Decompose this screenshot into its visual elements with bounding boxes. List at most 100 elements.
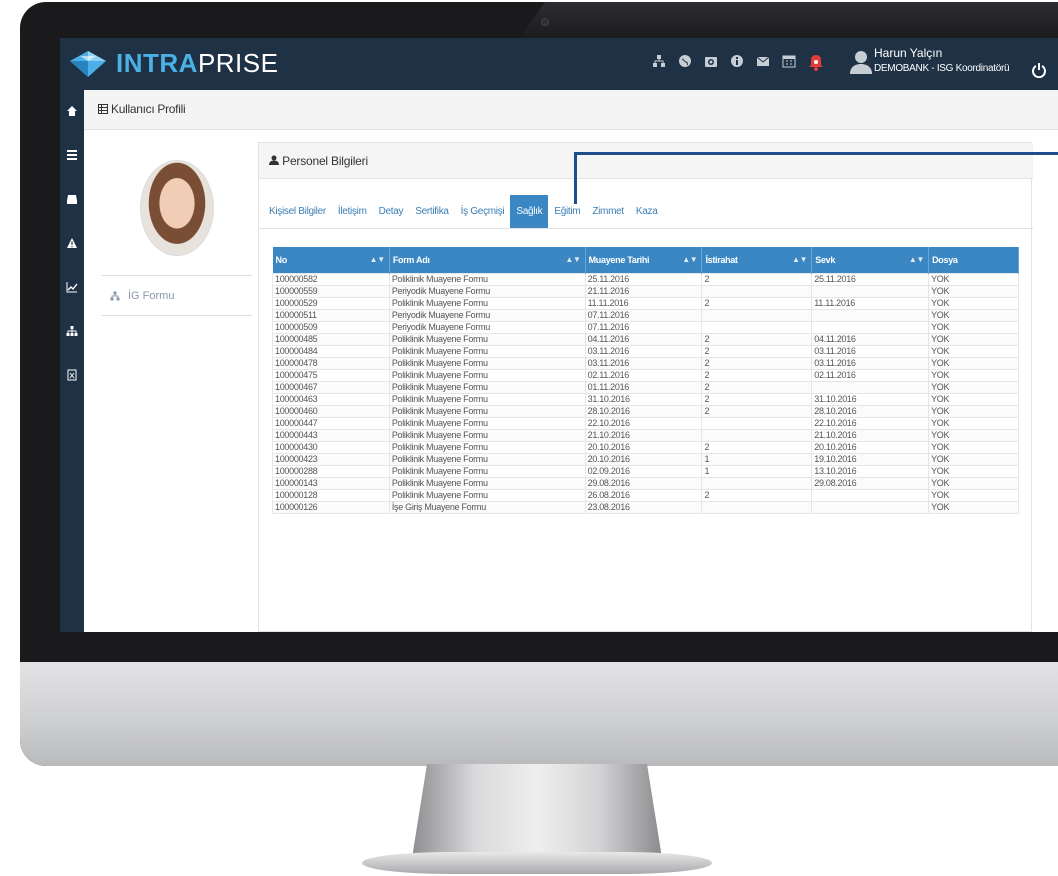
table-row[interactable]: 100000423 Poliklinik Muayene Formu 20.10.2…: [272, 452, 1019, 466]
table-cell: 100000484: [272, 344, 390, 358]
personel-panel: Personel Bilgileri Kişisel Bilgiler İlet…: [258, 142, 1033, 632]
table-row[interactable]: 100000511 Periyodik Muayene Formu 07.11.20…: [272, 308, 1019, 322]
table-cell: 03.11.2016: [811, 356, 930, 370]
power-icon[interactable]: [1032, 62, 1046, 78]
table-row[interactable]: 100000128 Poliklinik Muayene Formu 26.08.2…: [272, 488, 1019, 502]
table-row[interactable]: 100000467 Poliklinik Muayene Formu 01.11.2…: [272, 380, 1019, 394]
table-cell: 1: [701, 452, 813, 466]
table-cell: 11.11.2016: [584, 296, 703, 310]
sort-icon[interactable]: ▲▼: [565, 255, 581, 264]
bell-icon[interactable]: [806, 54, 826, 74]
table-row[interactable]: 100000430 Poliklinik Muayene Formu 20.10.2…: [272, 440, 1019, 454]
column-header-sevk[interactable]: Sevk ▲▼: [811, 247, 930, 273]
tab-saglik[interactable]: Sağlık: [510, 195, 549, 229]
table-cell: YOK: [928, 500, 1019, 514]
info-icon[interactable]: [728, 54, 746, 72]
home-icon[interactable]: [60, 104, 84, 122]
table-cell: YOK: [928, 356, 1019, 370]
table-cell: 21.10.2016: [584, 428, 703, 442]
table-cell: Poliklinik Muayene Formu: [388, 416, 586, 430]
user-name[interactable]: Harun Yalçın: [874, 46, 942, 60]
sort-icon[interactable]: ▲▼: [792, 255, 808, 264]
monitor-stand-base: [362, 852, 712, 874]
table-cell: [811, 488, 930, 502]
table-cell: 100000582: [272, 272, 390, 286]
envelope-icon[interactable]: [754, 54, 772, 72]
table-cell: 03.11.2016: [584, 356, 703, 370]
sort-icon[interactable]: ▲▼: [682, 255, 698, 264]
sidebar: [60, 90, 84, 632]
globe-icon[interactable]: [676, 54, 694, 72]
table-cell: YOK: [928, 332, 1019, 346]
sort-icon[interactable]: ▲▼: [909, 255, 925, 264]
table-row[interactable]: 100000484 Poliklinik Muayene Formu 03.11.2…: [272, 344, 1019, 358]
column-header-muayene-tarihi[interactable]: Muayene Tarihi ▲▼: [585, 247, 703, 273]
table-cell: [701, 284, 813, 298]
table-cell: 100000128: [272, 488, 390, 502]
table-cell: 100000423: [272, 452, 390, 466]
table-cell: 29.08.2016: [584, 476, 703, 490]
table-row[interactable]: 100000443 Poliklinik Muayene Formu 21.10.2…: [272, 428, 1019, 442]
tab-is-gecmisi[interactable]: İş Geçmişi: [455, 195, 511, 229]
table-cell: İşe Giriş Muayene Formu: [388, 500, 586, 514]
table-cell: Poliklinik Muayene Formu: [388, 404, 586, 418]
sitemap-icon[interactable]: [650, 54, 668, 72]
chart-icon[interactable]: [60, 280, 84, 298]
tab-kisisel-bilgiler[interactable]: Kişisel Bilgiler: [263, 195, 332, 229]
table-cell: [811, 320, 930, 334]
table-cell: [701, 320, 813, 334]
table-cell: Poliklinik Muayene Formu: [388, 392, 586, 406]
tab-iletisim[interactable]: İletişim: [332, 195, 373, 229]
table-cell: 23.08.2016: [584, 500, 703, 514]
table-cell: 02.11.2016: [811, 368, 930, 382]
table-row[interactable]: 100000447 Poliklinik Muayene Formu 22.10.2…: [272, 416, 1019, 430]
table-cell: Periyodik Muayene Formu: [388, 308, 586, 322]
warning-icon[interactable]: [60, 236, 84, 254]
sidebar-item-ig-formu[interactable]: İG Formu: [110, 290, 174, 302]
table-cell: [811, 500, 930, 514]
table-cell: 100000559: [272, 284, 390, 298]
list-icon[interactable]: [60, 148, 84, 166]
table-row[interactable]: 100000485 Poliklinik Muayene Formu 04.11.2…: [272, 332, 1019, 346]
table-row[interactable]: 100000478 Poliklinik Muayene Formu 03.11.2…: [272, 356, 1019, 370]
table-row[interactable]: 100000509 Periyodik Muayene Formu 07.11.20…: [272, 320, 1019, 334]
inbox-icon[interactable]: [60, 192, 84, 210]
column-header-dosya[interactable]: Dosya: [928, 247, 1019, 273]
table-cell: 100000447: [272, 416, 390, 430]
camera-icon[interactable]: [702, 54, 720, 72]
table-cell: YOK: [928, 464, 1019, 478]
tab-egitim[interactable]: Eğitim: [548, 195, 586, 229]
org-chart-icon[interactable]: [60, 324, 84, 342]
tab-detay[interactable]: Detay: [373, 195, 410, 229]
app-logo[interactable]: INTRAPRISE: [68, 48, 278, 79]
table-row[interactable]: 100000582 Poliklinik Muayene Formu 25.11.2…: [272, 272, 1019, 286]
tab-kaza[interactable]: Kaza: [630, 195, 664, 229]
table-cell: 100000463: [272, 392, 390, 406]
health-table: No ▲▼ Form Adı ▲▼ Muayene Tarihi ▲▼ İstirah…: [272, 247, 1019, 514]
table-cell: YOK: [928, 380, 1019, 394]
column-header-istirahat[interactable]: İstirahat ▲▼: [701, 247, 813, 273]
tab-zimmet[interactable]: Zimmet: [586, 195, 630, 229]
column-header-form-adi[interactable]: Form Adı ▲▼: [389, 247, 586, 273]
table-row[interactable]: 100000143 Poliklinik Muayene Formu 29.08.2…: [272, 476, 1019, 490]
tab-sertifika[interactable]: Sertifika: [409, 195, 454, 229]
user-avatar-icon[interactable]: [850, 50, 872, 74]
table-row[interactable]: 100000460 Poliklinik Muayene Formu 28.10.2…: [272, 404, 1019, 418]
page-title-text: Kullanıcı Profili: [111, 102, 186, 116]
table-cell: 100000467: [272, 380, 390, 394]
calendar-icon[interactable]: [780, 54, 798, 72]
table-cell: Periyodik Muayene Formu: [388, 284, 586, 298]
column-header-no[interactable]: No ▲▼: [272, 247, 390, 273]
table-row[interactable]: 100000559 Periyodik Muayene Formu 21.11.20…: [272, 284, 1019, 298]
table-cell: 25.11.2016: [584, 272, 703, 286]
table-row[interactable]: 100000529 Poliklinik Muayene Formu 11.11.2…: [272, 296, 1019, 310]
table-cell: YOK: [928, 296, 1019, 310]
table-cell: 28.10.2016: [584, 404, 703, 418]
table-row[interactable]: 100000475 Poliklinik Muayene Formu 02.11.2…: [272, 368, 1019, 382]
table-row[interactable]: 100000288 Poliklinik Muayene Formu 02.09.2…: [272, 464, 1019, 478]
table-cell: YOK: [928, 320, 1019, 334]
table-row[interactable]: 100000126 İşe Giriş Muayene Formu 23.08.20…: [272, 500, 1019, 514]
table-row[interactable]: 100000463 Poliklinik Muayene Formu 31.10.2…: [272, 392, 1019, 406]
excel-file-icon[interactable]: [60, 368, 84, 386]
sort-icon[interactable]: ▲▼: [370, 255, 386, 264]
